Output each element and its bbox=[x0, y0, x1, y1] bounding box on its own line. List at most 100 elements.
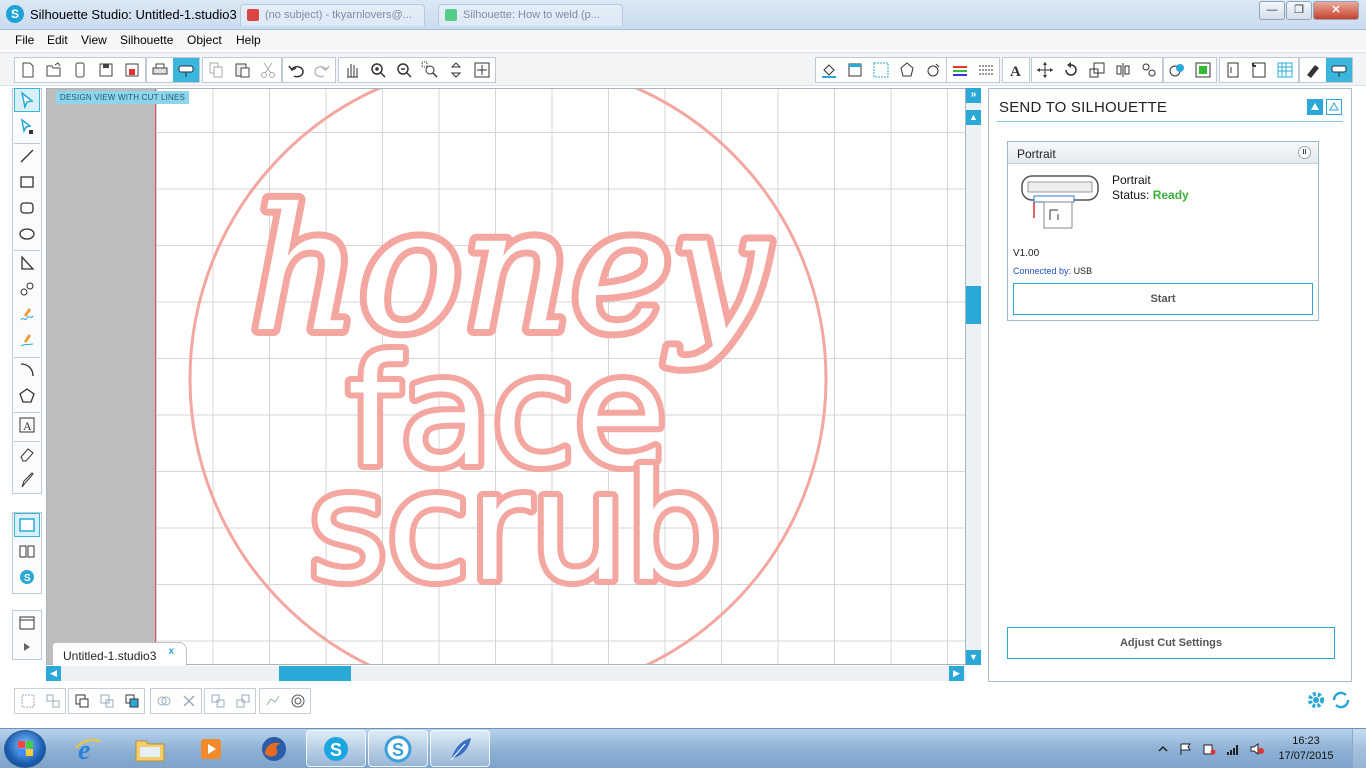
text-style-icon[interactable]: A bbox=[1003, 58, 1029, 82]
smooth-freehand-tool-icon[interactable] bbox=[14, 329, 40, 353]
vertical-scroll-thumb[interactable] bbox=[966, 286, 981, 324]
send-backward-icon[interactable] bbox=[205, 689, 230, 713]
minimize-button[interactable]: — bbox=[1259, 1, 1285, 20]
ungroup-icon[interactable] bbox=[40, 689, 65, 713]
silhouette-studio-taskbar-icon[interactable]: S bbox=[368, 730, 428, 767]
new-file-icon[interactable] bbox=[15, 58, 41, 82]
adjust-cut-settings-button[interactable]: Adjust Cut Settings bbox=[1007, 627, 1335, 659]
design-canvas[interactable]: DESIGN VIEW WITH CUT LINES honey honey f… bbox=[46, 88, 966, 665]
fit-to-page-icon[interactable] bbox=[469, 58, 495, 82]
menu-help[interactable]: Help bbox=[236, 30, 261, 47]
paste-icon[interactable] bbox=[229, 58, 255, 82]
power-icon[interactable] bbox=[1202, 743, 1216, 755]
save-icon[interactable] bbox=[93, 58, 119, 82]
offset-ring-icon[interactable] bbox=[285, 689, 310, 713]
scroll-right-icon[interactable]: ▶ bbox=[949, 666, 964, 681]
panel-expand-icon[interactable] bbox=[1326, 99, 1342, 115]
trace-offset-icon[interactable] bbox=[260, 689, 285, 713]
bring-to-front-icon[interactable] bbox=[119, 689, 144, 713]
pause-icon[interactable]: II bbox=[1298, 146, 1311, 159]
zoom-out-icon[interactable] bbox=[391, 58, 417, 82]
delete-icon[interactable] bbox=[176, 689, 201, 713]
rectangle-tool-icon[interactable] bbox=[14, 170, 40, 194]
open-folder-icon[interactable] bbox=[41, 58, 67, 82]
library-book-icon[interactable] bbox=[14, 539, 40, 563]
scroll-left-icon[interactable]: ◀ bbox=[46, 666, 61, 681]
make-compound-path-icon[interactable] bbox=[69, 689, 94, 713]
action-center-flag-icon[interactable] bbox=[1179, 743, 1193, 755]
page-panel-icon[interactable] bbox=[14, 611, 40, 635]
save-to-library-icon[interactable] bbox=[119, 58, 145, 82]
cut-scissors-icon[interactable] bbox=[255, 58, 281, 82]
feather-app-icon[interactable] bbox=[430, 730, 490, 767]
group-icon[interactable] bbox=[15, 689, 40, 713]
release-compound-path-icon[interactable] bbox=[94, 689, 119, 713]
zoom-drag-icon[interactable] bbox=[443, 58, 469, 82]
sketch-icon[interactable] bbox=[920, 58, 946, 82]
replicate-icon[interactable] bbox=[1136, 58, 1162, 82]
network-signal-icon[interactable] bbox=[1226, 743, 1240, 755]
play-expand-icon[interactable] bbox=[14, 635, 40, 659]
undo-icon[interactable] bbox=[283, 58, 309, 82]
rounded-rectangle-tool-icon[interactable] bbox=[14, 196, 40, 220]
firefox-icon[interactable] bbox=[244, 730, 304, 767]
line-color-icon[interactable] bbox=[947, 58, 973, 82]
move-icon[interactable] bbox=[1032, 58, 1058, 82]
refresh-icon[interactable] bbox=[1330, 689, 1352, 711]
vertical-scrollbar[interactable]: ▲ ▼ bbox=[966, 88, 981, 665]
weld-icon[interactable] bbox=[151, 689, 176, 713]
curve-tool-icon[interactable] bbox=[14, 277, 40, 301]
regular-polygon-tool-icon[interactable] bbox=[14, 384, 40, 408]
settings-gear-icon[interactable] bbox=[1305, 689, 1327, 711]
panel-dock-icon[interactable] bbox=[1307, 99, 1323, 115]
scroll-up-icon[interactable]: ▲ bbox=[966, 110, 981, 125]
menu-file[interactable]: File bbox=[15, 30, 34, 47]
show-desktop-button[interactable] bbox=[1352, 729, 1366, 768]
menu-object[interactable]: Object bbox=[187, 30, 222, 47]
ellipse-tool-icon[interactable] bbox=[14, 222, 40, 246]
align-icon[interactable] bbox=[1110, 58, 1136, 82]
design-artwork[interactable]: honey honey face face scrub scrub bbox=[47, 89, 966, 665]
arc-tool-icon[interactable] bbox=[14, 358, 40, 382]
design-text-group[interactable]: honey honey face face scrub scrub bbox=[243, 165, 777, 621]
copy-icon[interactable] bbox=[203, 58, 229, 82]
browser-tab-gmail[interactable]: (no subject) - tkyarnlovers@... bbox=[240, 4, 425, 26]
zoom-in-icon[interactable] bbox=[365, 58, 391, 82]
cut-settings-icon[interactable] bbox=[1300, 58, 1326, 82]
fill-color-icon[interactable] bbox=[816, 58, 842, 82]
hand-pan-icon[interactable] bbox=[339, 58, 365, 82]
maximize-button[interactable]: ❐ bbox=[1286, 1, 1312, 20]
library-icon[interactable] bbox=[67, 58, 93, 82]
eraser-tool-icon[interactable] bbox=[14, 442, 40, 466]
bring-forward-icon[interactable] bbox=[230, 689, 255, 713]
silhouette-store-icon[interactable]: S bbox=[14, 565, 40, 589]
send-to-silhouette-icon[interactable] bbox=[173, 58, 199, 82]
knife-tool-icon[interactable] bbox=[14, 468, 40, 492]
scale-icon[interactable] bbox=[1084, 58, 1110, 82]
point-edit-icon[interactable] bbox=[14, 115, 40, 139]
design-view-icon[interactable] bbox=[14, 513, 40, 537]
registration-marks-icon[interactable] bbox=[1246, 58, 1272, 82]
trace-icon[interactable] bbox=[1220, 58, 1246, 82]
menu-edit[interactable]: Edit bbox=[47, 30, 68, 47]
line-style-icon[interactable] bbox=[973, 58, 999, 82]
media-player-icon[interactable] bbox=[182, 730, 242, 767]
page-setup-icon[interactable] bbox=[842, 58, 868, 82]
text-tool-icon[interactable]: A bbox=[14, 413, 40, 437]
print-icon[interactable] bbox=[147, 58, 173, 82]
skype-icon[interactable]: S bbox=[306, 730, 366, 767]
freehand-tool-icon[interactable] bbox=[14, 303, 40, 327]
taskbar-clock[interactable]: 16:23 17/07/2015 bbox=[1276, 734, 1336, 764]
file-explorer-icon[interactable] bbox=[120, 730, 180, 767]
start-button[interactable]: Start bbox=[1013, 283, 1313, 315]
line-tool-icon[interactable] bbox=[14, 144, 40, 168]
tray-expand-icon[interactable] bbox=[1156, 743, 1170, 755]
document-tab[interactable]: Untitled-1.studio3 x bbox=[52, 642, 187, 666]
close-button[interactable]: ✕ bbox=[1313, 1, 1359, 20]
volume-muted-icon[interactable] bbox=[1250, 743, 1264, 755]
menu-view[interactable]: View bbox=[81, 30, 107, 47]
scroll-down-icon[interactable]: ▼ bbox=[966, 650, 981, 665]
grid-settings-icon[interactable] bbox=[868, 58, 894, 82]
zoom-selection-icon[interactable] bbox=[417, 58, 443, 82]
browser-tab-silhouette-help[interactable]: Silhouette: How to weld (p... bbox=[438, 4, 623, 26]
